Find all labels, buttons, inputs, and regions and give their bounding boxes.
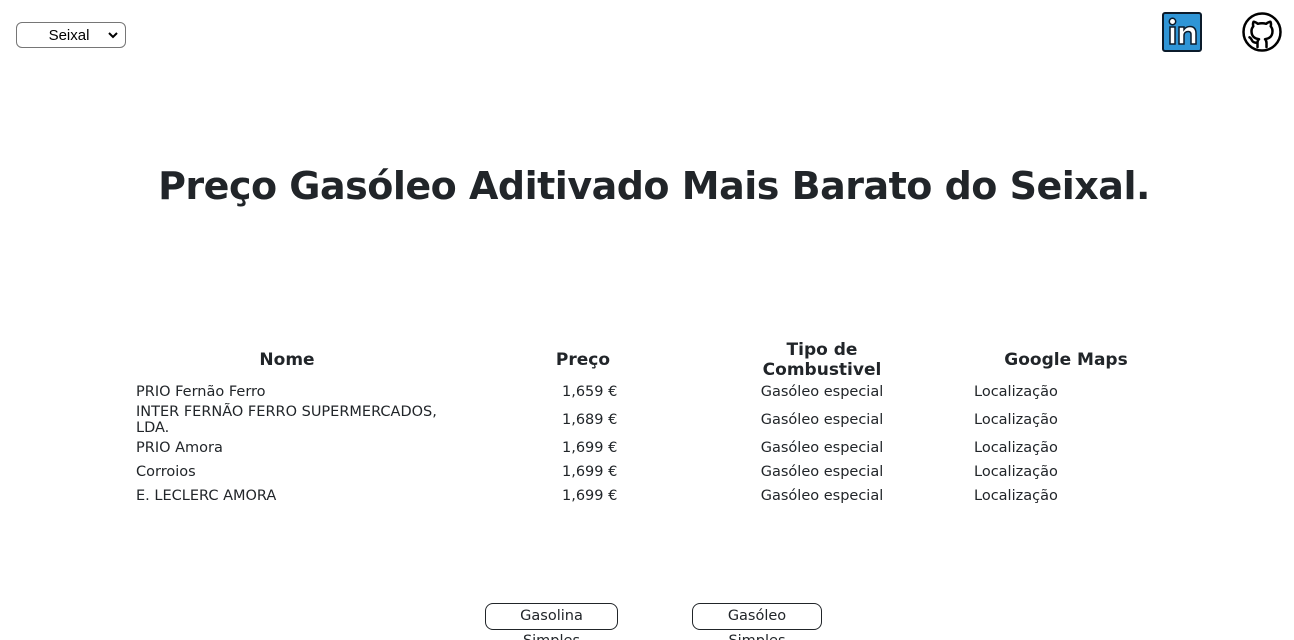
location-select-value: Seixal <box>48 26 90 44</box>
table-row: E. LECLERC AMORA 1,699 € Gasóleo especia… <box>136 484 1216 508</box>
fuel-type: Gasóleo especial <box>760 412 884 428</box>
station-name: E. LECLERC AMORA <box>136 488 277 504</box>
header-preco: Preço <box>555 350 611 370</box>
station-price: 1,699 € <box>562 440 618 456</box>
fuel-type: Gasóleo especial <box>760 440 884 456</box>
station-price: 1,689 € <box>562 412 618 428</box>
gasoleo-simples-button[interactable]: Gasóleo Simples <box>692 603 822 640</box>
station-price: 1,699 € <box>562 488 618 504</box>
maps-link[interactable]: Localização <box>974 464 1058 480</box>
maps-link[interactable]: Localização <box>974 384 1058 400</box>
table-row: PRIO Fernão Ferro 1,659 € Gasóleo especi… <box>136 380 1216 404</box>
header-tipo: Tipo de Combustivel <box>762 340 882 380</box>
fuel-type: Gasóleo especial <box>760 384 884 400</box>
station-name: PRIO Fernão Ferro <box>136 384 266 400</box>
table-row: Corroios 1,699 € Gasóleo especial Locali… <box>136 460 1216 484</box>
maps-link[interactable]: Localização <box>974 412 1058 428</box>
page: Seixal Preço Gasóleo Aditivado Mais Bara… <box>0 0 1294 640</box>
header-google-maps: Google Maps <box>1004 350 1128 370</box>
station-price: 1,699 € <box>562 464 618 480</box>
github-icon[interactable] <box>1242 12 1282 52</box>
chevron-down-icon <box>108 32 118 39</box>
station-name: Corroios <box>136 464 196 480</box>
linkedin-icon[interactable] <box>1162 12 1202 52</box>
maps-link[interactable]: Localização <box>974 440 1058 456</box>
table-row: INTER FERNÃO FERRO SUPERMERCADOS, LDA. 1… <box>136 404 1216 436</box>
table-row: PRIO Amora 1,699 € Gasóleo especial Loca… <box>136 436 1216 460</box>
gasolina-simples-button[interactable]: Gasolina Simples <box>485 603 618 640</box>
header-nome: Nome <box>259 350 315 370</box>
station-price: 1,659 € <box>562 384 618 400</box>
maps-link[interactable]: Localização <box>974 488 1058 504</box>
station-name: INTER FERNÃO FERRO SUPERMERCADOS, LDA. <box>136 404 437 436</box>
page-title: Preço Gasóleo Aditivado Mais Barato do S… <box>158 164 1150 208</box>
station-name: PRIO Amora <box>136 440 223 456</box>
fuel-type: Gasóleo especial <box>760 464 884 480</box>
fuel-type: Gasóleo especial <box>760 488 884 504</box>
table-header-row: Nome Preço Tipo de Combustivel Google Ma… <box>136 340 1216 380</box>
prices-table: Nome Preço Tipo de Combustivel Google Ma… <box>136 340 1216 508</box>
location-select[interactable]: Seixal <box>16 22 126 48</box>
